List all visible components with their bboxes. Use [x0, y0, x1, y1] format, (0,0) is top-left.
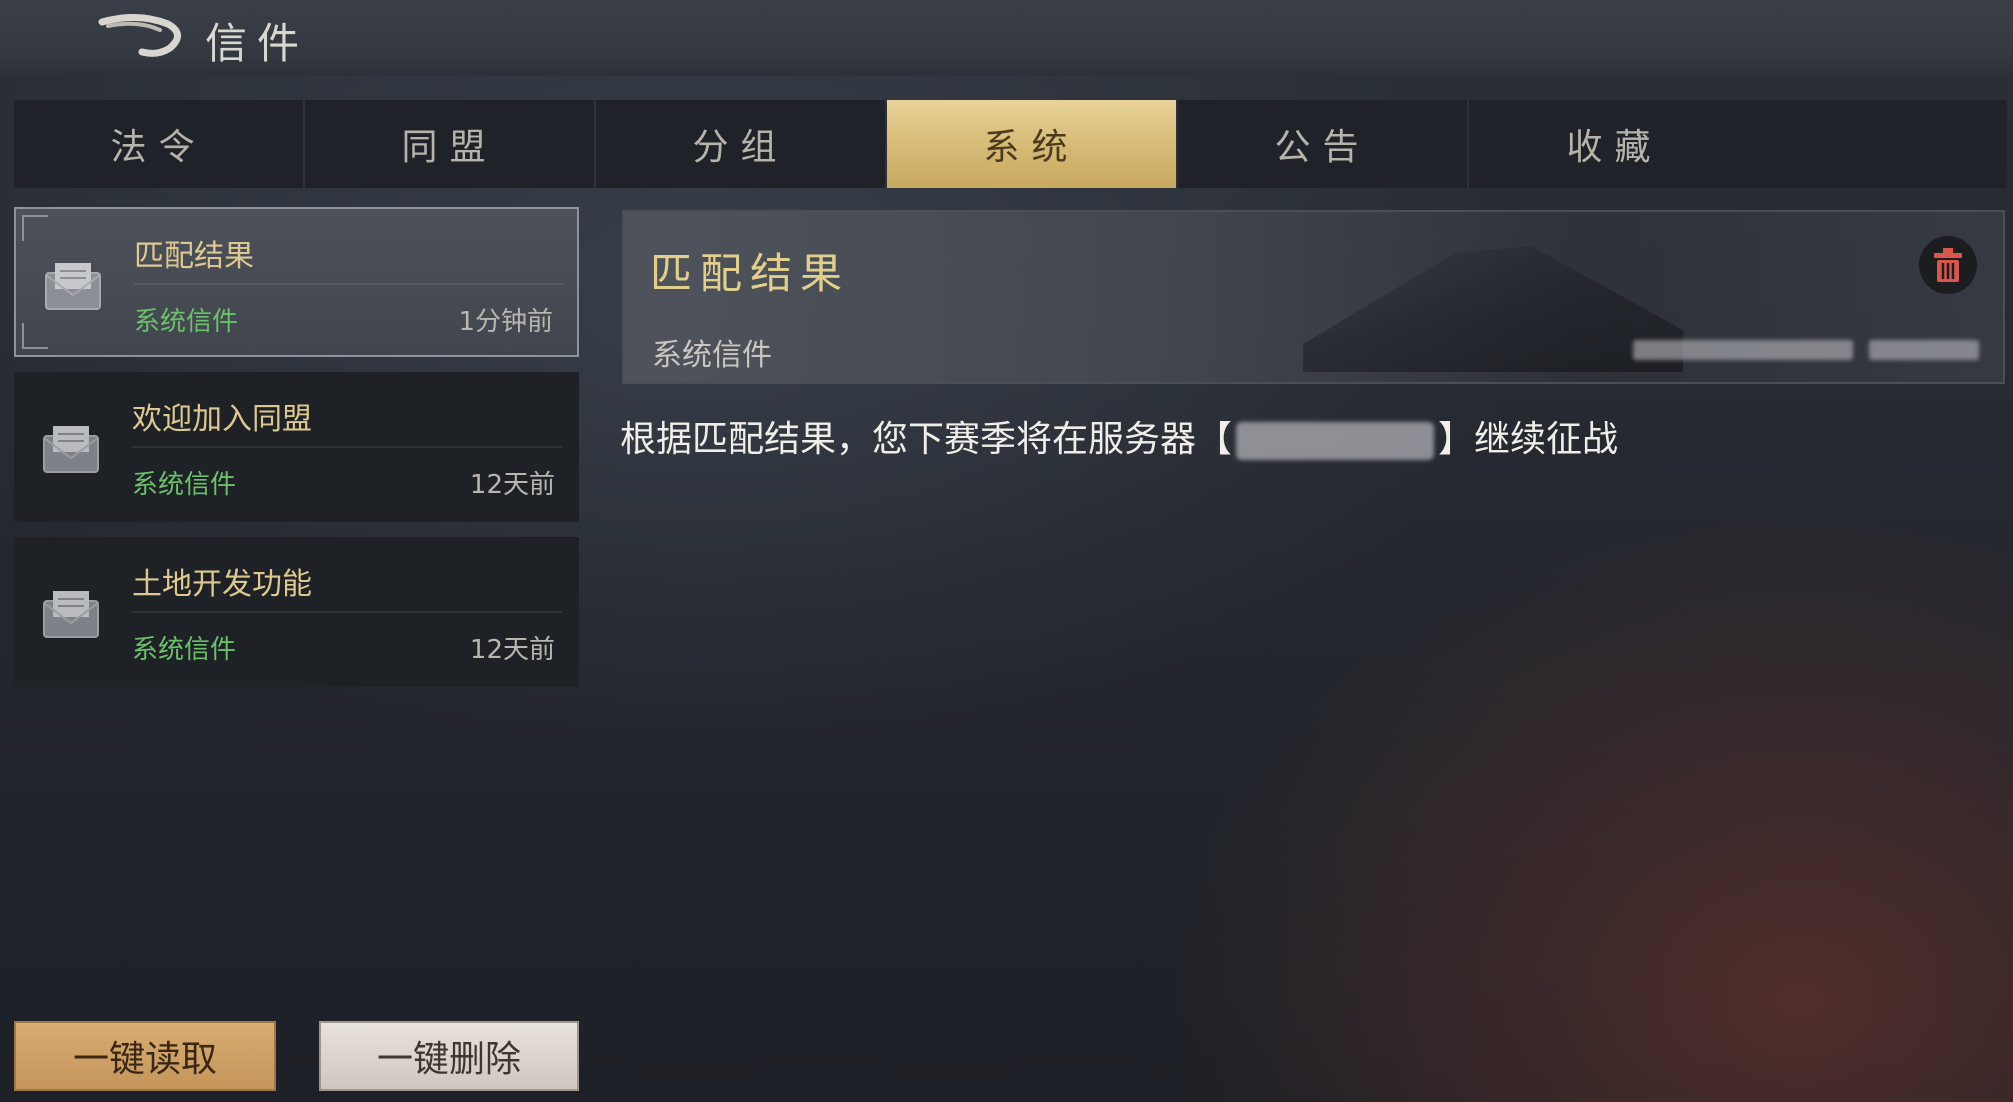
tab-favorites[interactable]: 收藏 — [1469, 100, 1760, 188]
list-item[interactable]: 土地开发功能 系统信件 12天前 — [14, 537, 579, 687]
detail-sender: 系统信件 — [652, 338, 772, 373]
list-item[interactable]: 欢迎加入同盟 系统信件 12天前 — [14, 372, 579, 522]
divider — [132, 611, 562, 613]
mail-time: 12天前 — [469, 635, 555, 665]
trash-icon — [1934, 248, 1962, 282]
frame-corner — [22, 323, 48, 349]
mail-list: 匹配结果 系统信件 1分钟前 欢迎加入同盟 系统信件 12天前 土地开发功能 系… — [14, 207, 579, 702]
back-button[interactable] — [98, 12, 188, 64]
mail-time: 1分钟前 — [458, 307, 553, 337]
delete-all-button[interactable]: 一键删除 — [319, 1021, 579, 1091]
redacted-timestamp — [1633, 340, 1853, 360]
redacted-timestamp — [1869, 340, 1979, 360]
page-title: 信件 — [205, 19, 310, 68]
mail-title: 匹配结果 — [134, 239, 254, 274]
tab-bar: 法令 同盟 分组 系统 公告 收藏 — [14, 100, 2007, 188]
tab-group[interactable]: 分组 — [596, 100, 887, 188]
tab-decree[interactable]: 法令 — [14, 100, 305, 188]
divider — [132, 446, 562, 448]
mail-time: 12天前 — [469, 470, 555, 500]
detail-title: 匹配结果 — [650, 249, 851, 298]
read-all-button[interactable]: 一键读取 — [14, 1021, 276, 1091]
mail-type: 系统信件 — [134, 307, 239, 337]
mail-title: 欢迎加入同盟 — [132, 402, 312, 437]
divider — [134, 283, 564, 285]
tab-system[interactable]: 系统 — [887, 100, 1178, 188]
envelope-icon — [45, 263, 101, 310]
mail-title: 土地开发功能 — [132, 567, 312, 602]
background-illustration — [1303, 246, 1683, 372]
list-item[interactable]: 匹配结果 系统信件 1分钟前 — [14, 207, 579, 357]
frame-corner — [22, 215, 48, 241]
mail-type: 系统信件 — [132, 470, 237, 500]
mail-body-suffix: 】继续征战 — [1438, 419, 1619, 460]
mail-type: 系统信件 — [132, 635, 237, 665]
top-bar: 信件 — [0, 0, 2013, 76]
mail-detail-header: 匹配结果 系统信件 — [622, 210, 2005, 384]
mail-body-prefix: 根据匹配结果，您下赛季将在服务器【 — [620, 419, 1233, 460]
redacted-server-name — [1236, 422, 1435, 460]
delete-button[interactable] — [1919, 236, 1977, 294]
mail-body: 根据匹配结果，您下赛季将在服务器【 】继续征战 — [620, 410, 1618, 462]
envelope-icon — [43, 591, 99, 638]
envelope-icon — [43, 426, 99, 473]
tab-announcement[interactable]: 公告 — [1178, 100, 1469, 188]
tab-alliance[interactable]: 同盟 — [305, 100, 596, 188]
back-arrow-icon — [98, 13, 181, 57]
